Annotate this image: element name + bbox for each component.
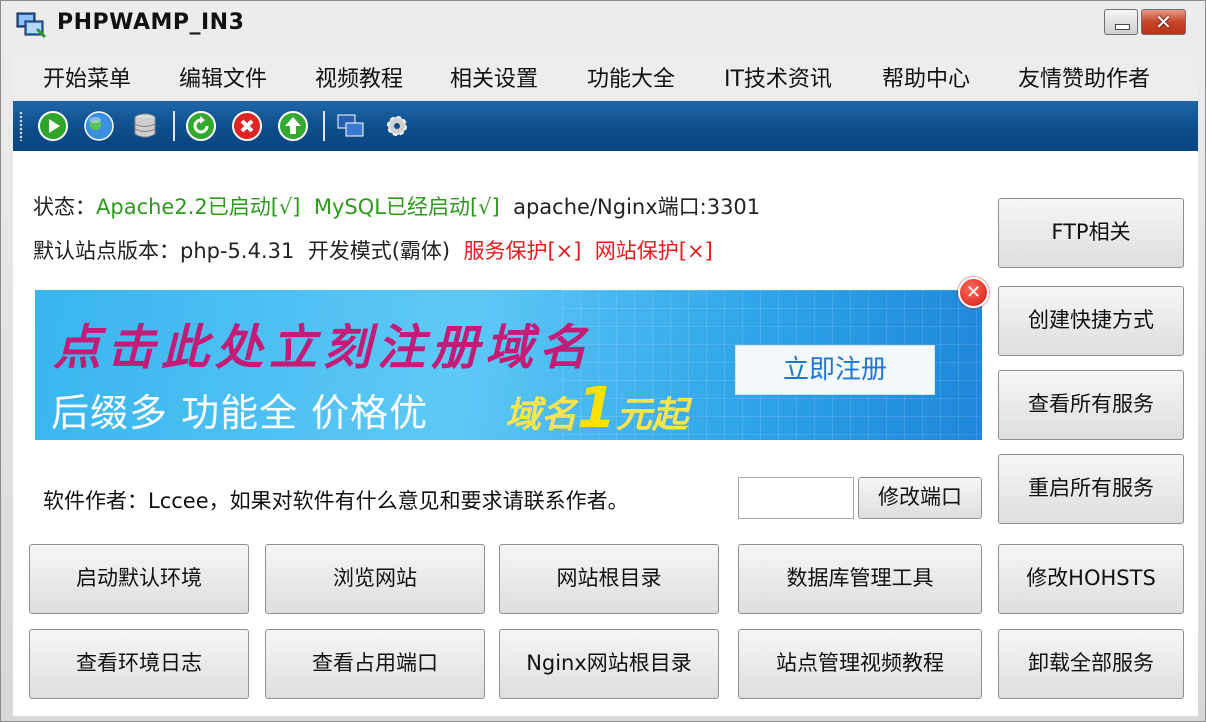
toolbar-separator <box>323 111 325 141</box>
db-tools-button[interactable]: 数据库管理工具 <box>738 544 982 614</box>
version-line: 默认站点版本：php-5.4.31 开发模式(霸体) 服务保护[×] 网站保护[… <box>33 235 713 265</box>
env-log-button[interactable]: 查看环境日志 <box>29 629 249 699</box>
banner-headline: 点击此处立刻注册域名 <box>53 320 594 376</box>
status-label: 状态： <box>33 195 96 219</box>
title-bar: PHPWAMP_IN3 ✕ <box>1 1 1205 47</box>
site-video-button[interactable]: 站点管理视频教程 <box>738 629 982 699</box>
start-icon[interactable] <box>37 110 69 142</box>
site-video-label: 站点管理视频教程 <box>776 651 944 675</box>
status-line: 状态：Apache2.2已启动[√] MySQL已经启动[√] apache/N… <box>33 191 760 221</box>
close-icon: ✕ <box>965 282 982 303</box>
mysql-status: MySQL已经启动[√] <box>313 195 500 219</box>
upload-icon[interactable] <box>277 110 309 142</box>
modify-port-button[interactable]: 修改端口 <box>858 477 982 519</box>
modify-port-label: 修改端口 <box>878 485 962 509</box>
refresh-icon[interactable] <box>185 110 217 142</box>
menu-it-news[interactable]: IT技术资讯 <box>724 61 832 93</box>
env-log-label: 查看环境日志 <box>76 651 202 675</box>
uninstall-services-button[interactable]: 卸载全部服务 <box>998 629 1184 699</box>
create-shortcut-label: 创建快捷方式 <box>1028 308 1154 332</box>
minimize-button[interactable] <box>1104 9 1138 35</box>
view-services-label: 查看所有服务 <box>1028 392 1154 416</box>
gear-icon[interactable] <box>381 110 413 142</box>
register-now-button[interactable]: 立即注册 <box>735 345 935 395</box>
banner-promo-prefix: 域名 <box>505 395 578 436</box>
ports-in-use-label: 查看占用端口 <box>312 651 438 675</box>
menu-features[interactable]: 功能大全 <box>587 61 675 93</box>
menu-help-center[interactable]: 帮助中心 <box>882 61 970 93</box>
ftp-button[interactable]: FTP相关 <box>998 198 1184 268</box>
nginx-root-button[interactable]: Nginx网站根目录 <box>499 629 719 699</box>
banner-close-button[interactable]: ✕ <box>958 277 989 308</box>
stop-icon[interactable] <box>231 110 263 142</box>
create-shortcut-button[interactable]: 创建快捷方式 <box>998 286 1184 356</box>
globe-icon[interactable] <box>83 110 115 142</box>
banner-promo-number: 1 <box>577 376 616 440</box>
browse-site-label: 浏览网站 <box>333 566 417 590</box>
modify-hosts-button[interactable]: 修改HOHSTS <box>998 544 1184 614</box>
site-root-button[interactable]: 网站根目录 <box>499 544 719 614</box>
app-icon[interactable] <box>335 110 367 142</box>
toolbar-grip <box>19 111 23 141</box>
ftp-label: FTP相关 <box>1051 220 1131 244</box>
toolbar-separator <box>173 111 175 141</box>
php-version: 默认站点版本：php-5.4.31 <box>33 239 295 263</box>
app-window: PHPWAMP_IN3 ✕ 开始菜单 编辑文件 视频教程 相关设置 功能大全 I… <box>0 0 1206 722</box>
browse-site-button[interactable]: 浏览网站 <box>265 544 485 614</box>
uninstall-services-label: 卸载全部服务 <box>1028 651 1154 675</box>
banner-subline: 后缀多 功能全 价格优 <box>51 391 429 435</box>
menu-video-tutorials[interactable]: 视频教程 <box>315 61 403 93</box>
menu-edit-files[interactable]: 编辑文件 <box>179 61 267 93</box>
port-status: apache/Nginx端口:3301 <box>513 195 761 219</box>
restart-services-button[interactable]: 重启所有服务 <box>998 454 1184 524</box>
port-input[interactable] <box>738 477 854 519</box>
close-button[interactable]: ✕ <box>1141 9 1186 35</box>
app-logo-icon <box>16 12 47 39</box>
site-root-label: 网站根目录 <box>556 566 662 590</box>
apache-status: Apache2.2已启动[√] <box>96 195 301 219</box>
window-title: PHPWAMP_IN3 <box>57 10 245 35</box>
ports-in-use-button[interactable]: 查看占用端口 <box>265 629 485 699</box>
menu-settings[interactable]: 相关设置 <box>450 61 538 93</box>
database-icon[interactable] <box>129 110 161 142</box>
menu-bar: 开始菜单 编辑文件 视频教程 相关设置 功能大全 IT技术资讯 帮助中心 友情赞… <box>13 49 1198 101</box>
service-protect-status[interactable]: 服务保护[×] <box>463 239 581 263</box>
db-tools-label: 数据库管理工具 <box>786 566 934 590</box>
close-icon: ✕ <box>1155 10 1172 34</box>
banner-promo-suffix: 元起 <box>615 395 688 436</box>
start-env-label: 启动默认环境 <box>76 566 202 590</box>
author-note: 软件作者：Lccee，如果对软件有什么意见和要求请联系作者。 <box>43 489 629 513</box>
start-env-button[interactable]: 启动默认环境 <box>29 544 249 614</box>
toolbar <box>13 101 1198 151</box>
restart-services-label: 重启所有服务 <box>1028 476 1154 500</box>
modify-hosts-label: 修改HOHSTS <box>1026 566 1156 590</box>
menu-start[interactable]: 开始菜单 <box>43 61 131 93</box>
view-services-button[interactable]: 查看所有服务 <box>998 370 1184 440</box>
site-protect-status[interactable]: 网站保护[×] <box>595 239 713 263</box>
nginx-root-label: Nginx网站根目录 <box>526 651 692 675</box>
domain-ad-banner[interactable]: 点击此处立刻注册域名 后缀多 功能全 价格优 域名1元起 立即注册 <box>35 290 982 440</box>
menu-sponsor-author[interactable]: 友情赞助作者 <box>1018 61 1150 93</box>
dev-mode: 开发模式(霸体) <box>307 239 451 263</box>
banner-promo: 域名1元起 <box>505 376 688 440</box>
